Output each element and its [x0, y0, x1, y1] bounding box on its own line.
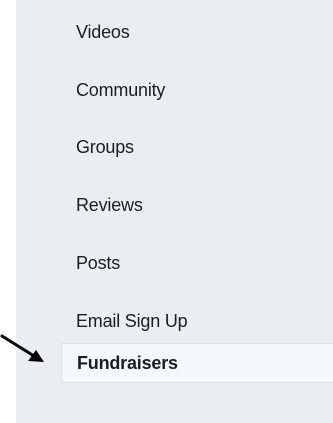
sidebar-item-videos[interactable]: Videos: [76, 13, 130, 51]
sidebar-item-posts[interactable]: Posts: [76, 244, 120, 282]
sidebar-item-reviews[interactable]: Reviews: [76, 186, 143, 224]
sidebar-item-community[interactable]: Community: [76, 71, 165, 109]
arrow-pointer-icon: [0, 334, 44, 362]
page: Videos Community Groups Reviews Posts Em…: [0, 0, 333, 423]
sidebar-item-email-sign-up[interactable]: Email Sign Up: [76, 302, 188, 340]
page-sidebar-nav: Videos Community Groups Reviews Posts Em…: [16, 0, 333, 423]
sidebar-item-fundraisers[interactable]: Fundraisers: [61, 343, 333, 383]
sidebar-item-groups[interactable]: Groups: [76, 128, 134, 166]
